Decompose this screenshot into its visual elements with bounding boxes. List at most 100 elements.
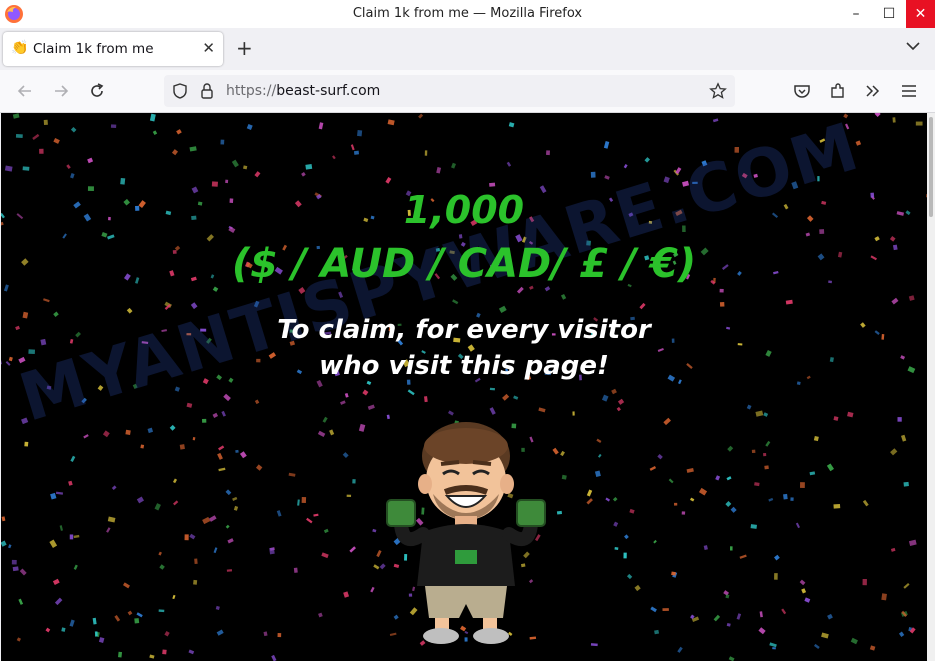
confetti-piece <box>713 614 721 622</box>
minimize-button[interactable]: – <box>841 0 871 28</box>
confetti-piece <box>729 546 733 551</box>
confetti-piece <box>118 651 123 658</box>
confetti-piece <box>703 545 708 550</box>
confetti-piece <box>158 609 165 613</box>
tab-label: Claim 1k from me <box>33 41 154 57</box>
confetti-piece <box>223 393 231 402</box>
confetti-piece <box>502 393 510 401</box>
extensions-puzzle-icon[interactable] <box>828 81 848 101</box>
confetti-piece <box>32 133 40 140</box>
confetti-piece <box>54 597 63 606</box>
confetti-piece <box>321 552 329 559</box>
new-tab-button[interactable]: + <box>236 38 253 58</box>
confetti-piece <box>370 586 375 593</box>
confetti-piece <box>908 539 917 546</box>
url-bar[interactable]: https://beast-surf.com <box>164 75 735 107</box>
confetti-piece <box>186 402 193 408</box>
confetti-piece <box>101 232 108 238</box>
confetti-piece <box>594 470 601 478</box>
vertical-scrollbar[interactable] <box>927 113 935 661</box>
maximize-button[interactable]: ☐ <box>874 0 904 28</box>
confetti-piece <box>61 627 66 632</box>
confetti-piece <box>746 404 752 410</box>
bookmark-star-icon[interactable] <box>709 82 727 100</box>
confetti-piece <box>826 463 835 472</box>
confetti-piece <box>317 430 326 438</box>
shield-icon[interactable] <box>171 82 189 100</box>
confetti-piece <box>192 437 196 441</box>
confetti-piece <box>367 404 375 410</box>
confetti-piece <box>671 571 676 576</box>
back-arrow-icon[interactable] <box>15 81 35 101</box>
confetti-piece <box>759 611 763 618</box>
confetti-piece <box>98 637 105 643</box>
currency-list: ($ / AUD / CAD/ £ / €) <box>231 241 697 287</box>
confetti-piece <box>727 445 734 452</box>
confetti-piece <box>120 177 126 185</box>
confetti-piece <box>725 501 732 507</box>
confetti-piece <box>172 478 178 484</box>
confetti-piece <box>614 546 619 550</box>
lock-icon[interactable] <box>199 82 215 100</box>
confetti-piece <box>73 564 78 570</box>
confetti-piece <box>813 643 820 650</box>
list-all-tabs-chevron-icon[interactable] <box>905 38 921 54</box>
confetti-piece <box>513 395 519 400</box>
reload-icon[interactable] <box>87 81 107 101</box>
tab-active[interactable]: 👏 Claim 1k from me ✕ <box>3 32 223 66</box>
confetti-piece <box>193 579 198 585</box>
confetti-piece <box>106 527 111 533</box>
confetti-piece <box>763 452 767 457</box>
confetti-piece <box>772 647 776 650</box>
confetti-piece <box>8 544 12 549</box>
scrollbar-thumb[interactable] <box>929 117 933 217</box>
confetti-piece <box>107 234 115 240</box>
confetti-piece <box>243 165 248 170</box>
confetti-piece <box>202 516 211 525</box>
more-tools-chevrons-icon[interactable] <box>863 81 883 101</box>
confetti-piece <box>418 113 424 119</box>
confetti-piece <box>362 389 369 396</box>
confetti-piece <box>796 381 801 385</box>
confetti-piece <box>552 447 559 455</box>
confetti-piece <box>423 396 428 403</box>
url-text[interactable]: https://beast-surf.com <box>226 83 380 99</box>
confetti-piece <box>114 615 121 622</box>
confetti-piece <box>650 606 657 613</box>
confetti-piece <box>171 149 179 156</box>
confetti-piece <box>184 534 189 541</box>
confetti-piece <box>136 496 145 504</box>
confetti-piece <box>801 588 807 594</box>
confetti-piece <box>179 444 185 450</box>
confetti-piece <box>22 166 30 171</box>
confetti-piece <box>719 302 725 307</box>
confetti-piece <box>649 466 657 471</box>
confetti-piece <box>255 464 263 471</box>
confetti-piece <box>890 448 898 456</box>
confetti-piece <box>763 412 769 417</box>
prize-amount: 1,000 <box>403 188 525 232</box>
confetti-piece <box>765 440 771 447</box>
confetti-piece <box>140 444 145 449</box>
confetti-piece <box>189 146 197 152</box>
confetti-piece <box>586 489 593 497</box>
confetti-piece <box>908 295 915 301</box>
confetti-piece <box>297 499 300 506</box>
confetti-piece <box>43 298 50 303</box>
tab-close-icon[interactable]: ✕ <box>202 39 215 57</box>
confetti-piece <box>66 164 71 170</box>
close-window-button[interactable]: ✕ <box>906 0 935 28</box>
confetti-piece <box>301 497 307 503</box>
confetti-piece <box>136 612 143 618</box>
confetti-piece <box>169 424 176 431</box>
pocket-icon[interactable] <box>792 81 812 101</box>
confetti-piece <box>586 498 593 505</box>
hamburger-menu-icon[interactable] <box>899 81 919 101</box>
confetti-piece <box>663 417 671 426</box>
forward-arrow-icon[interactable] <box>51 81 71 101</box>
confetti-piece <box>276 510 282 517</box>
confetti-piece <box>62 233 67 239</box>
confetti-piece <box>653 539 657 544</box>
confetti-piece <box>305 164 313 170</box>
confetti-piece <box>83 434 89 439</box>
